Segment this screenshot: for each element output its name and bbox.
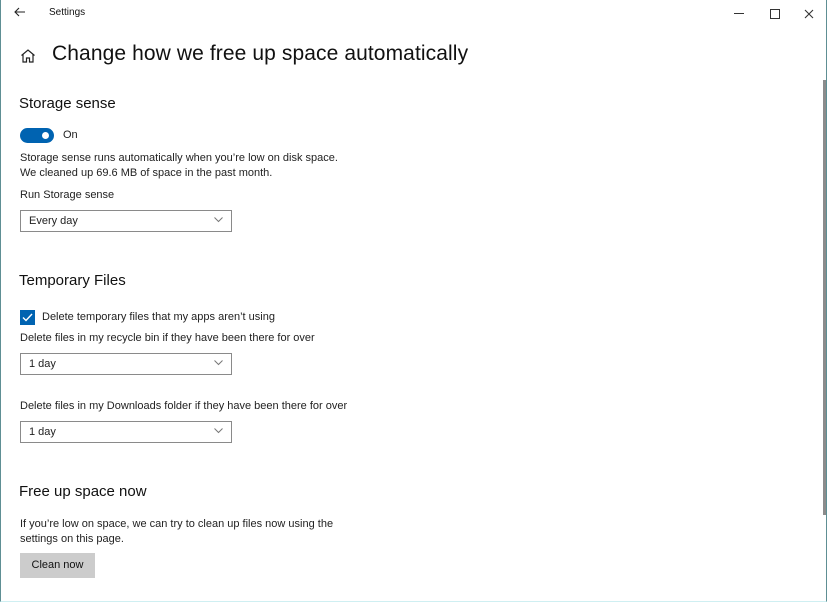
maximize-icon bbox=[770, 8, 780, 19]
checkmark-icon bbox=[22, 313, 33, 322]
free-up-description-1: If you’re low on space, we can try to cl… bbox=[20, 518, 334, 530]
free-up-space-heading: Free up space now bbox=[19, 483, 147, 500]
title-bar: Settings bbox=[1, 0, 826, 28]
chevron-down-icon bbox=[214, 217, 223, 223]
storage-sense-heading: Storage sense bbox=[19, 95, 116, 112]
chevron-down-icon bbox=[214, 428, 223, 434]
storage-sense-description-1: Storage sense runs automatically when yo… bbox=[20, 152, 338, 164]
temporary-files-heading: Temporary Files bbox=[19, 272, 126, 289]
back-arrow-icon bbox=[14, 7, 25, 17]
storage-sense-description-2: We cleaned up 69.6 MB of space in the pa… bbox=[20, 167, 273, 179]
recycle-bin-dropdown[interactable]: 1 day bbox=[20, 353, 232, 375]
dropdown-value: 1 day bbox=[29, 358, 56, 370]
dropdown-value: Every day bbox=[29, 215, 78, 227]
maximize-button[interactable] bbox=[757, 0, 793, 26]
free-up-description-2: settings on this page. bbox=[20, 533, 124, 545]
run-storage-sense-label: Run Storage sense bbox=[20, 189, 115, 201]
vertical-scrollbar[interactable] bbox=[823, 80, 826, 515]
minimize-button[interactable] bbox=[721, 0, 757, 26]
toggle-state-label: On bbox=[63, 129, 78, 141]
app-title: Settings bbox=[49, 7, 86, 18]
delete-temp-files-label: Delete temporary files that my apps aren… bbox=[42, 311, 275, 323]
close-button[interactable] bbox=[791, 0, 827, 26]
downloads-label: Delete files in my Downloads folder if t… bbox=[20, 400, 348, 412]
close-icon bbox=[804, 9, 814, 18]
page-title: Change how we free up space automaticall… bbox=[52, 42, 469, 65]
recycle-bin-label: Delete files in my recycle bin if they h… bbox=[20, 332, 315, 344]
storage-sense-toggle[interactable] bbox=[20, 128, 54, 143]
run-storage-sense-dropdown[interactable]: Every day bbox=[20, 210, 232, 232]
settings-window: Settings Change how we free up space aut… bbox=[0, 0, 827, 602]
dropdown-value: 1 day bbox=[29, 426, 56, 438]
minimize-icon bbox=[734, 13, 744, 15]
delete-temp-files-checkbox[interactable] bbox=[20, 310, 35, 325]
toggle-knob bbox=[42, 132, 49, 139]
home-icon[interactable] bbox=[19, 47, 37, 65]
back-button[interactable] bbox=[9, 2, 31, 24]
downloads-dropdown[interactable]: 1 day bbox=[20, 421, 232, 443]
clean-now-button[interactable]: Clean now bbox=[20, 553, 95, 578]
chevron-down-icon bbox=[214, 360, 223, 366]
